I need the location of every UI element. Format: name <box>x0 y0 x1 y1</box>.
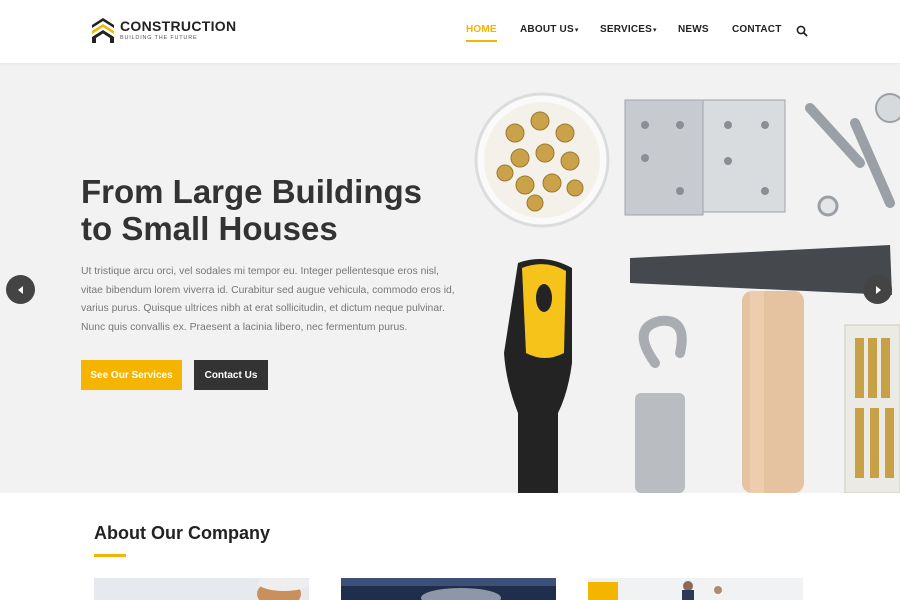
hero-description: Ut tristique arcu orci, vel sodales mi t… <box>81 266 455 333</box>
chevron-right-icon <box>875 285 881 294</box>
nav-item-services[interactable]: SERVICES▾ <box>600 24 657 35</box>
search-icon[interactable] <box>796 25 808 37</box>
blueprint-photo <box>341 578 556 600</box>
nav-item-about-us[interactable]: ABOUT US▾ <box>520 24 579 35</box>
site-header: CONSTRUCTION BUILDING THE FUTURE HOME AB… <box>0 0 900 63</box>
title-underline <box>94 554 126 557</box>
nav-item-home[interactable]: HOME <box>466 24 497 42</box>
hero-slider: From Large Buildings to Small Houses Ut … <box>0 63 900 493</box>
main-nav: HOME ABOUT US▾ SERVICES▾ NEWS CONTACT <box>0 24 900 44</box>
about-image-3[interactable] <box>588 578 803 600</box>
slider-next-button[interactable] <box>863 275 892 304</box>
about-section-title: About Our Company <box>94 523 270 543</box>
hero-title: From Large Buildings to Small Houses <box>81 173 423 247</box>
about-image-1[interactable] <box>94 578 309 600</box>
nav-item-contact[interactable]: CONTACT <box>732 24 782 35</box>
about-image-2[interactable] <box>341 578 556 600</box>
chevron-down-icon: ▾ <box>574 27 579 34</box>
chevron-down-icon: ▾ <box>653 27 657 34</box>
chevron-left-icon <box>17 285 23 294</box>
nav-item-news[interactable]: NEWS <box>678 24 709 35</box>
office-photo <box>588 578 803 600</box>
slider-prev-button[interactable] <box>6 275 35 304</box>
see-services-button[interactable]: See Our Services <box>81 360 182 390</box>
contact-us-button[interactable]: Contact Us <box>194 360 268 390</box>
worker-photo <box>94 578 309 600</box>
tools-illustration <box>474 92 900 493</box>
